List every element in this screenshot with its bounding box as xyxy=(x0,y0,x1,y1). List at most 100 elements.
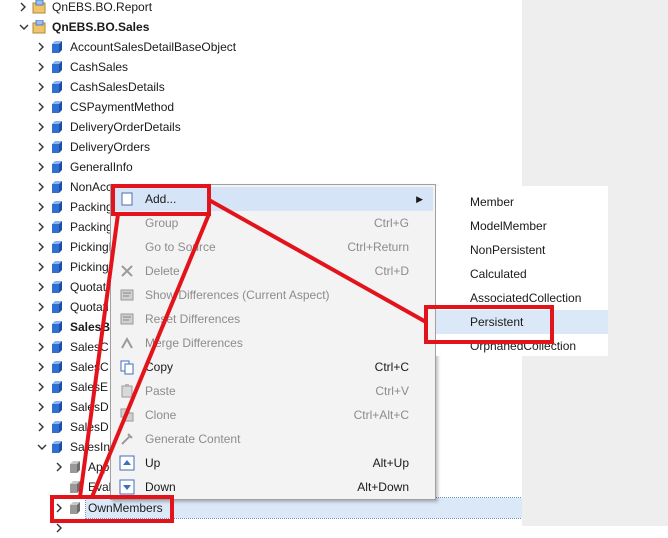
chevron-right-icon[interactable] xyxy=(18,0,30,17)
chevron-right-icon[interactable] xyxy=(36,97,48,117)
submenu-item-associated-collection[interactable]: AssociatedCollection xyxy=(436,286,608,310)
chevron-down-icon[interactable] xyxy=(36,437,48,457)
class-cube-icon xyxy=(50,360,64,374)
tree-node-label: Quotati xyxy=(70,280,109,294)
class-cube-icon xyxy=(50,140,64,154)
gray-cube-icon xyxy=(68,501,82,515)
tree-node-label: SalesD xyxy=(70,400,109,414)
paste-icon xyxy=(119,383,135,399)
menu-item-up[interactable]: Up Alt+Up xyxy=(113,451,433,475)
chevron-right-icon[interactable] xyxy=(36,217,48,237)
chevron-right-icon[interactable] xyxy=(36,337,48,357)
context-menu: Add... ▶ Group Ctrl+G Go to Source Ctrl+… xyxy=(110,184,436,500)
copy-icon xyxy=(119,359,135,375)
tree-node-label: Quotati xyxy=(70,300,109,314)
merge-icon xyxy=(119,335,135,351)
class-cube-icon xyxy=(50,120,64,134)
namespace-folder-icon xyxy=(32,0,46,14)
menu-item-go-to-source[interactable]: Go to Source Ctrl+Return xyxy=(113,235,433,259)
submenu-item-calculated[interactable]: Calculated xyxy=(436,262,608,286)
class-cube-icon xyxy=(50,440,64,454)
chevron-right-icon[interactable] xyxy=(36,197,48,217)
chevron-right-icon[interactable] xyxy=(36,237,48,257)
tree-node-label: SalesE xyxy=(70,380,109,394)
class-cube-icon xyxy=(50,260,64,274)
menu-item-merge-differences[interactable]: Merge Differences xyxy=(113,331,433,355)
class-cube-icon xyxy=(50,220,64,234)
add-icon xyxy=(119,191,135,207)
tree-node-label: CashSalesDetails xyxy=(70,80,165,94)
tree-node-label: QnEBS.BO.Report xyxy=(52,0,153,14)
menu-item-delete[interactable]: Delete Ctrl+D xyxy=(113,259,433,283)
chevron-right-icon[interactable] xyxy=(36,157,48,177)
namespace-folder-icon xyxy=(32,19,46,34)
generate-icon xyxy=(119,431,135,447)
chevron-right-icon[interactable] xyxy=(36,317,48,337)
tree-node-label: DeliveryOrders xyxy=(70,140,151,154)
tree-node-label: SalesD xyxy=(70,420,109,434)
chevron-right-icon[interactable] xyxy=(36,257,48,277)
class-cube-icon xyxy=(50,160,64,174)
chevron-right-icon[interactable] xyxy=(36,77,48,97)
class-cube-icon xyxy=(50,240,64,254)
chevron-right-icon[interactable] xyxy=(36,357,48,377)
chevron-right-icon[interactable] xyxy=(36,277,48,297)
tree-node-label: GeneralInfo xyxy=(70,160,133,174)
chevron-right-icon[interactable] xyxy=(36,57,48,77)
tree-node-label: QnEBS.BO.Sales xyxy=(52,20,150,34)
menu-item-reset-differences[interactable]: Reset Differences xyxy=(113,307,433,331)
chevron-down-icon[interactable] xyxy=(18,17,30,37)
class-cube-icon xyxy=(50,300,64,314)
add-submenu: Member ModelMember NonPersistent Calcula… xyxy=(436,186,608,356)
submenu-item-orphaned-collection[interactable]: OrphanedCollection xyxy=(436,334,608,358)
menu-item-show-differences[interactable]: Show Differences (Current Aspect) xyxy=(113,283,433,307)
tree-node-selected[interactable]: OwnMembers xyxy=(54,497,523,519)
chevron-right-icon[interactable] xyxy=(36,397,48,417)
class-cube-icon xyxy=(50,80,64,94)
class-cube-icon xyxy=(50,380,64,394)
clone-icon xyxy=(119,407,135,423)
chevron-right-icon[interactable] xyxy=(54,518,66,538)
chevron-right-icon[interactable] xyxy=(36,137,48,157)
down-icon xyxy=(119,479,135,495)
chevron-right-icon[interactable] xyxy=(36,117,48,137)
menu-item-clone[interactable]: Clone Ctrl+Alt+C xyxy=(113,403,433,427)
tree-node-label: NonAcc xyxy=(70,180,113,194)
chevron-right-icon[interactable] xyxy=(36,177,48,197)
submenu-item-non-persistent[interactable]: NonPersistent xyxy=(436,238,608,262)
chevron-right-icon[interactable] xyxy=(36,417,48,437)
class-cube-icon xyxy=(50,40,64,54)
submenu-item-persistent[interactable]: Persistent xyxy=(436,310,608,334)
menu-item-down[interactable]: Down Alt+Down xyxy=(113,475,433,499)
chevron-right-icon[interactable] xyxy=(36,37,48,57)
tree-node-label: SalesC xyxy=(70,340,109,354)
submenu-item-member[interactable]: Member xyxy=(436,190,608,214)
delete-icon xyxy=(119,263,135,279)
tree-node-label: DeliveryOrderDetails xyxy=(70,120,181,134)
class-cube-icon xyxy=(50,280,64,294)
class-cube-icon xyxy=(50,60,64,74)
menu-item-generate-content[interactable]: Generate Content xyxy=(113,427,433,451)
menu-item-paste[interactable]: Paste Ctrl+V xyxy=(113,379,433,403)
class-cube-icon xyxy=(50,340,64,354)
menu-item-copy[interactable]: Copy Ctrl+C xyxy=(113,355,433,379)
class-cube-icon xyxy=(50,420,64,434)
up-icon xyxy=(119,455,135,471)
class-cube-icon xyxy=(50,320,64,334)
submenu-item-model-member[interactable]: ModelMember xyxy=(436,214,608,238)
chevron-right-icon[interactable] xyxy=(36,377,48,397)
menu-item-group[interactable]: Group Ctrl+G xyxy=(113,211,433,235)
chevron-right-icon[interactable] xyxy=(36,297,48,317)
tree-node-label: SalesC xyxy=(70,360,109,374)
gray-cube-icon xyxy=(68,480,82,494)
class-cube-icon xyxy=(50,100,64,114)
tree-node-label: OwnMembers xyxy=(85,497,523,519)
tree-node-label: CashSales xyxy=(70,60,129,74)
reset-icon xyxy=(119,311,135,327)
tree-node-label: AccountSalesDetailBaseObject xyxy=(70,40,237,54)
class-cube-icon xyxy=(50,400,64,414)
chevron-right-icon[interactable] xyxy=(54,457,66,477)
chevron-right-icon[interactable] xyxy=(54,498,66,518)
menu-item-add[interactable]: Add... ▶ xyxy=(113,187,433,211)
class-cube-icon xyxy=(50,200,64,214)
